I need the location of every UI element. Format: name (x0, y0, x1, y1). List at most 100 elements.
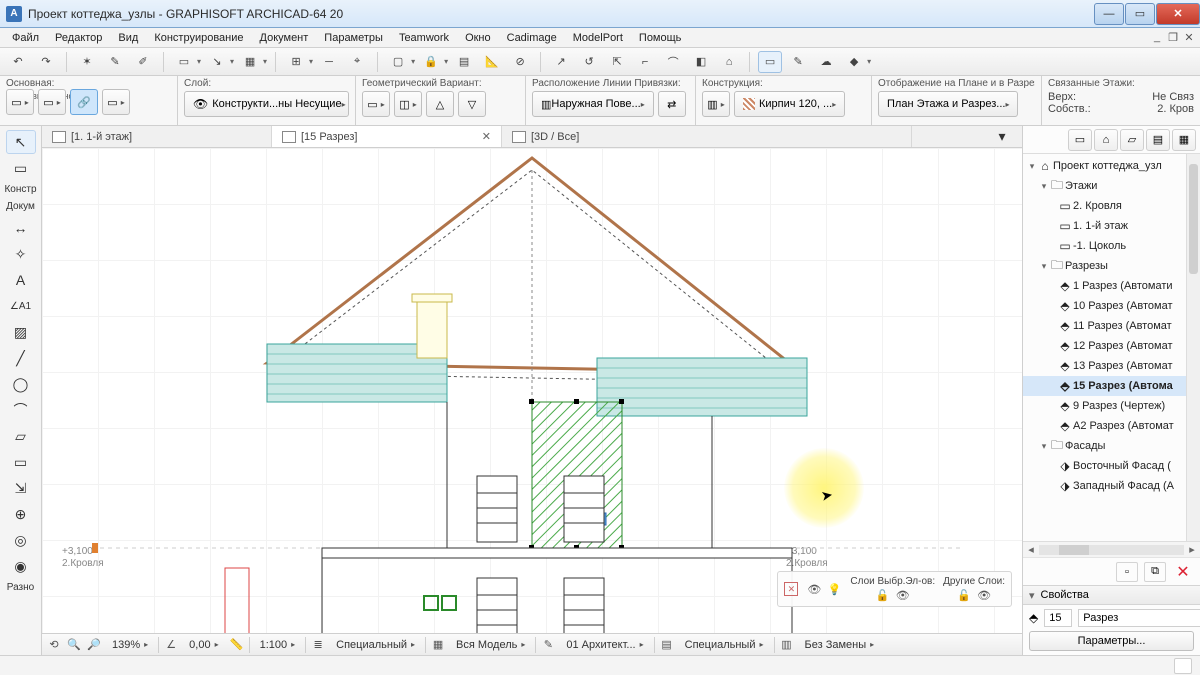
edit-4-button[interactable]: ⌐ (633, 51, 657, 73)
ruler-button[interactable]: ─ (317, 51, 341, 73)
eyedropper-button[interactable]: ✎ (103, 51, 127, 73)
ib-struct-type[interactable]: ▥▸ (702, 91, 730, 117)
toggle-b-button[interactable]: ✎ (786, 51, 810, 73)
drawing-canvas[interactable]: +3,100 2.Кровля +3,100 2.Кровля ±0,000 1… (42, 148, 1022, 633)
tab-close-button[interactable]: ✕ (482, 130, 491, 143)
menu-options[interactable]: Параметры (316, 30, 391, 46)
menu-editor[interactable]: Редактор (47, 30, 110, 46)
menu-design[interactable]: Конструирование (146, 30, 251, 46)
nav-tb-5[interactable]: ▦ (1172, 129, 1196, 151)
props-name-input[interactable] (1078, 609, 1200, 627)
sb-scale[interactable]: 1:100▸ (254, 636, 302, 654)
edit-2-button[interactable]: ↺ (577, 51, 601, 73)
ib-select-button[interactable]: ▭▸ (38, 89, 66, 115)
maximize-button[interactable]: ▭ (1125, 3, 1155, 25)
minimize-button[interactable]: — (1094, 3, 1124, 25)
nav-tb-3[interactable]: ▱ (1120, 129, 1144, 151)
level-tool[interactable]: ✧ (6, 242, 36, 266)
sb-reno[interactable]: Без Замены▸ (799, 636, 881, 654)
nav-delete-button[interactable]: ✕ (1172, 562, 1194, 582)
ib-geom-1[interactable]: ▭▸ (362, 91, 390, 117)
sb-reno-icon[interactable]: ▥ (779, 637, 795, 653)
sb-model[interactable]: Вся Модель▸ (450, 636, 531, 654)
gravity-button[interactable]: ⌖ (345, 51, 369, 73)
nav-tb-1[interactable]: ▭ (1068, 129, 1092, 151)
guideline-button[interactable]: ↘ (205, 51, 229, 73)
undo-button[interactable]: ↶ (6, 51, 30, 73)
qo-close-icon[interactable]: ✕ (784, 582, 798, 596)
label-tool[interactable]: ∠A1 (6, 294, 36, 318)
toggle-c-button[interactable]: ☁ (814, 51, 838, 73)
sb-layers-icon[interactable]: ≣ (310, 637, 326, 653)
ib-wall-button[interactable]: ▭▸ (102, 89, 130, 115)
qo-lock1-icon[interactable]: 🔓 (875, 588, 891, 602)
nav-tb-4[interactable]: ▤ (1146, 129, 1170, 151)
dimension-tool[interactable]: ↔ (6, 216, 36, 240)
edit-5-button[interactable]: ⌒ (661, 51, 685, 73)
menu-document[interactable]: Документ (252, 30, 317, 46)
measure-button[interactable]: 📐 (480, 51, 504, 73)
grid-button[interactable]: ⊞ (284, 51, 308, 73)
snap-button[interactable]: ▦ (238, 51, 262, 73)
pick-button[interactable]: ✶ (75, 51, 99, 73)
tree-section-11[interactable]: ⬘11 Разрез (Автомат (1023, 316, 1200, 336)
menu-view[interactable]: Вид (110, 30, 146, 46)
no-button[interactable]: ⊘ (508, 51, 532, 73)
tree-sections[interactable]: ▾🗀Разрезы (1023, 256, 1200, 276)
detail-tool[interactable]: ◉ (6, 554, 36, 578)
lock-button[interactable]: 🔒 (419, 51, 443, 73)
sb-special2[interactable]: Специальный▸ (679, 636, 770, 654)
inject-button[interactable]: ✐ (131, 51, 155, 73)
edit-1-button[interactable]: ↗ (549, 51, 573, 73)
tree-floor-b[interactable]: ▭-1. Цоколь (1023, 236, 1200, 256)
tree-elev-west[interactable]: ⬗Западный Фасад (А (1023, 476, 1200, 496)
ib-geom-2[interactable]: ◫▸ (394, 91, 422, 117)
menu-mdi-close[interactable]: ✕ (1182, 31, 1196, 45)
ib-geom-3[interactable]: △ (426, 91, 454, 117)
props-num-input[interactable] (1044, 609, 1072, 627)
qo-vis1-icon[interactable]: 👁 (895, 588, 911, 602)
tree-section-10[interactable]: ⬘10 Разрез (Автомат (1023, 296, 1200, 316)
tab-section[interactable]: [15 Разрез] ✕ (272, 126, 502, 147)
tab-overflow-button[interactable]: ▾ (991, 128, 1013, 146)
arrow-tool[interactable]: ↖ (6, 130, 36, 154)
section-tool[interactable]: ⇲ (6, 476, 36, 500)
ib-geom-4[interactable]: ▽ (458, 91, 486, 117)
qo-bulb-icon[interactable]: 💡 (826, 582, 842, 596)
sb-special1[interactable]: Специальный▸ (330, 636, 421, 654)
home-button[interactable]: ⌂ (717, 51, 741, 73)
menu-modelport[interactable]: ModelPort (565, 30, 631, 46)
nav-vscroll[interactable] (1186, 154, 1200, 541)
nav-new-button[interactable]: ▫ (1116, 562, 1138, 582)
tree-section-1[interactable]: ⬘1 Разрез (Автомати (1023, 276, 1200, 296)
tree-floor-1[interactable]: ▭1. 1-й этаж (1023, 216, 1200, 236)
menu-file[interactable]: Файл (4, 30, 47, 46)
menu-mdi-minimize[interactable]: _ (1150, 31, 1164, 45)
ib-display-dropdown[interactable]: План Этажа и Разрез...▸ (878, 91, 1018, 117)
sb-coord[interactable]: 0,00▸ (183, 636, 224, 654)
tree-section-a2[interactable]: ⬘A2 Разрез (Автомат (1023, 416, 1200, 436)
drawing-tool[interactable]: ▭ (6, 450, 36, 474)
close-button[interactable]: ✕ (1156, 3, 1200, 25)
qo-eye-icon[interactable]: 👁 (806, 582, 822, 596)
arc-tool[interactable]: ⌒ (6, 398, 36, 422)
menu-teamwork[interactable]: Teamwork (391, 30, 457, 46)
tab-floorplan[interactable]: [1. 1-й этаж] (42, 126, 272, 147)
props-params-button[interactable]: Параметры... (1029, 631, 1194, 651)
ib-settings-button[interactable]: ▭▸ (6, 89, 34, 115)
tree-section-15[interactable]: ⬘15 Разрез (Автома (1023, 376, 1200, 396)
sb-zoomout-icon[interactable]: 🔎 (86, 637, 102, 653)
toggle-a-button[interactable]: ▭ (758, 51, 782, 73)
sb-pen-icon[interactable]: ✎ (540, 637, 556, 653)
menu-help[interactable]: Помощь (631, 30, 690, 46)
ib-link-button[interactable]: 🔗 (70, 89, 98, 115)
redo-button[interactable]: ↷ (34, 51, 58, 73)
fill-tool[interactable]: ▨ (6, 320, 36, 344)
tree-elev-east[interactable]: ⬗Восточный Фасад ( (1023, 456, 1200, 476)
qo-lock2-icon[interactable]: 🔓 (956, 588, 972, 602)
sb-model-icon[interactable]: ▦ (430, 637, 446, 653)
menu-mdi-restore[interactable]: ❐ (1166, 31, 1180, 45)
ib-layer-dropdown[interactable]: Конструкти...ны Несущие▸ (184, 91, 349, 117)
worksheet-tool[interactable]: ◎ (6, 528, 36, 552)
tree-section-12[interactable]: ⬘12 Разрез (Автомат (1023, 336, 1200, 356)
